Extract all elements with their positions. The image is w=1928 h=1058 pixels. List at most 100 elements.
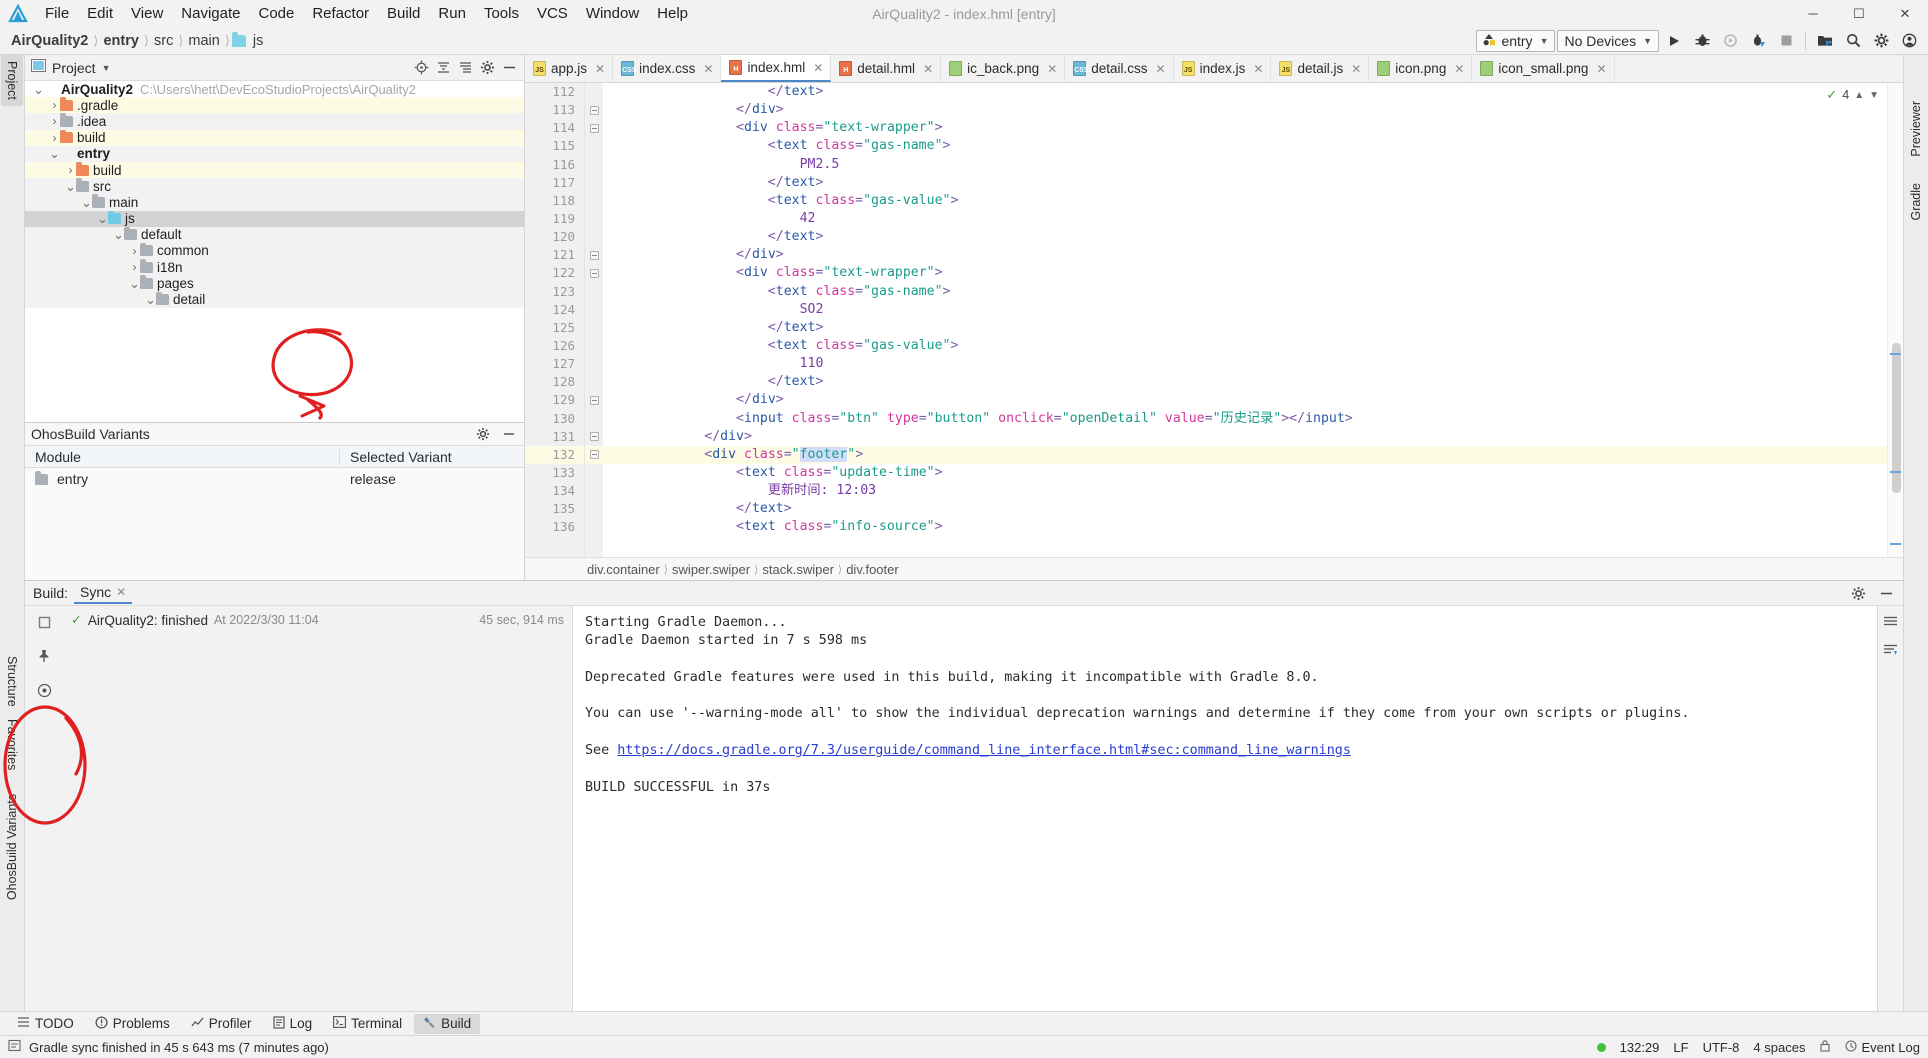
fold-region-toggle[interactable] [585, 137, 603, 156]
code-folding-gutter[interactable] [585, 83, 603, 557]
device-selector[interactable]: No Devices ▼ [1557, 29, 1659, 52]
stop-build-icon[interactable] [34, 612, 54, 632]
tree-node-main[interactable]: ⌄ main [25, 194, 524, 211]
tool-button-log[interactable]: Log [264, 1014, 322, 1034]
fold-region-toggle[interactable] [585, 336, 603, 356]
code-line[interactable]: </text> [603, 83, 1887, 101]
chevron-down-icon[interactable]: ▼ [102, 63, 111, 73]
hide-panel-icon[interactable] [500, 59, 518, 77]
chevron-down-icon[interactable]: ⌄ [145, 293, 156, 306]
variants-settings-gear-icon[interactable] [474, 425, 492, 443]
fold-region-toggle[interactable] [585, 191, 603, 210]
menu-window[interactable]: Window [577, 3, 648, 24]
project-file-tree[interactable]: ⌄ AirQuality2 C:\Users\hett\DevEcoStudioPr… [25, 81, 524, 422]
fold-minus-icon[interactable] [589, 250, 599, 260]
breadcrumb-item-project[interactable]: AirQuality2 [8, 33, 91, 49]
variants-hide-panel-icon[interactable] [500, 425, 518, 443]
code-line[interactable]: </div> [603, 101, 1887, 119]
fold-region-toggle[interactable] [585, 173, 603, 192]
tool-button-terminal[interactable]: Terminal [324, 1014, 411, 1033]
fold-region-toggle[interactable] [585, 246, 603, 265]
fold-region-toggle[interactable] [585, 427, 603, 446]
tree-node-default[interactable]: ⌄ default [25, 226, 524, 243]
structure-crumb-footer[interactable]: div.footer [846, 562, 899, 577]
fold-region-toggle[interactable] [585, 482, 603, 501]
fold-region-toggle[interactable] [585, 318, 603, 337]
chevron-right-icon[interactable]: › [49, 98, 60, 112]
tool-button-profiler[interactable]: Profiler [182, 1014, 261, 1034]
editor-tab-index-hml[interactable]: Hindex.hml ✕ [721, 55, 832, 82]
chevron-down-icon[interactable]: ⌄ [97, 212, 108, 225]
profile-icon[interactable] [1745, 29, 1771, 53]
close-icon[interactable]: ✕ [1454, 62, 1464, 76]
chevron-right-icon[interactable]: › [129, 260, 140, 274]
code-editor[interactable]: </text> </div> <div class="text-wrapper"… [603, 83, 1887, 557]
fold-region-toggle[interactable] [585, 409, 603, 428]
status-event-icon[interactable] [8, 1039, 21, 1055]
chevron-down-icon[interactable]: ⌄ [113, 228, 124, 241]
fold-region-toggle[interactable] [585, 119, 603, 138]
device-manager-icon[interactable] [1812, 29, 1838, 53]
lock-icon[interactable] [1819, 1039, 1831, 1055]
maximize-button[interactable]: ☐ [1836, 0, 1882, 27]
code-line[interactable]: </text> [603, 228, 1887, 246]
event-log-button[interactable]: Event Log [1845, 1040, 1920, 1055]
editor-scrollbar[interactable] [1887, 83, 1903, 557]
build-result-tree[interactable]: ✓ AirQuality2: finished At 2022/3/30 11:… [63, 606, 573, 1011]
close-button[interactable]: ✕ [1882, 0, 1928, 27]
sidebar-tab-structure[interactable]: Structure [1, 650, 23, 713]
fold-region-toggle[interactable] [585, 228, 603, 247]
breadcrumb-item-main[interactable]: main [185, 33, 222, 49]
code-line[interactable]: <text class="gas-value"> [603, 337, 1887, 355]
chevron-right-icon[interactable]: › [49, 114, 60, 128]
fold-region-toggle[interactable] [585, 500, 603, 519]
structure-crumb-container[interactable]: div.container [587, 562, 660, 577]
code-line[interactable]: </div> [603, 246, 1887, 264]
gradle-docs-link[interactable]: https://docs.gradle.org/7.3/userguide/co… [617, 743, 1351, 758]
tool-button-problems[interactable]: Problems [86, 1014, 179, 1034]
code-line[interactable]: </text> [603, 174, 1887, 192]
fold-region-toggle[interactable] [585, 445, 603, 464]
chevron-down-icon[interactable]: ⌄ [33, 83, 44, 96]
editor-tab-bar[interactable]: JS app.js ✕ CSS index.css ✕ Hindex.hml ✕ Hdetail… [525, 55, 1903, 83]
line-separator[interactable]: LF [1673, 1040, 1688, 1055]
table-row[interactable]: entry release [25, 468, 524, 490]
tab-sync[interactable]: Sync ✕ [74, 582, 133, 604]
code-line[interactable]: </text> [603, 319, 1887, 337]
close-icon[interactable]: ✕ [703, 62, 713, 76]
tree-node-pages[interactable]: ⌄ pages [25, 275, 524, 292]
sidebar-tab-previewer[interactable]: Previewer [1905, 95, 1927, 163]
code-line[interactable]: PM2.5 [603, 156, 1887, 174]
structure-crumb-stack[interactable]: stack.swiper [762, 562, 834, 577]
list-item[interactable]: ✓ AirQuality2: finished At 2022/3/30 11:… [63, 610, 572, 630]
fold-region-toggle[interactable] [585, 355, 603, 374]
chevron-up-icon[interactable]: ▲ [1854, 90, 1864, 101]
expand-log-icon[interactable] [1881, 612, 1901, 632]
fold-minus-icon[interactable] [589, 450, 599, 460]
tree-node-build[interactable]: › build [25, 129, 524, 146]
code-line[interactable]: <text class="gas-name"> [603, 283, 1887, 301]
tree-node-js[interactable]: ⌄ js [25, 210, 524, 227]
menu-refactor[interactable]: Refactor [303, 3, 378, 24]
debug-icon[interactable] [1689, 29, 1715, 53]
file-encoding[interactable]: UTF-8 [1703, 1040, 1740, 1055]
menu-code[interactable]: Code [249, 3, 303, 24]
menu-vcs[interactable]: VCS [528, 3, 577, 24]
menu-run[interactable]: Run [429, 3, 475, 24]
editor-tab-index-js[interactable]: JS index.js ✕ [1174, 55, 1272, 82]
attach-debugger-icon[interactable] [1717, 29, 1743, 53]
structure-crumb-swiper[interactable]: swiper.swiper [672, 562, 750, 577]
close-icon[interactable]: ✕ [1596, 62, 1606, 76]
fold-region-toggle[interactable] [585, 518, 603, 537]
close-icon[interactable]: ✕ [1351, 62, 1361, 76]
code-line[interactable]: <text class="info-source"> [603, 518, 1887, 536]
code-line[interactable]: <div class="text-wrapper"> [603, 119, 1887, 137]
menu-view[interactable]: View [122, 3, 172, 24]
tree-node--gradle[interactable]: › .gradle [25, 97, 524, 114]
fold-region-toggle[interactable] [585, 373, 603, 392]
fold-region-toggle[interactable] [585, 155, 603, 174]
account-icon[interactable] [1896, 29, 1922, 53]
chevron-down-icon[interactable]: ⌄ [129, 277, 140, 290]
run-icon[interactable] [1661, 29, 1687, 53]
sidebar-tab-favorites[interactable]: Favorites [1, 713, 23, 776]
